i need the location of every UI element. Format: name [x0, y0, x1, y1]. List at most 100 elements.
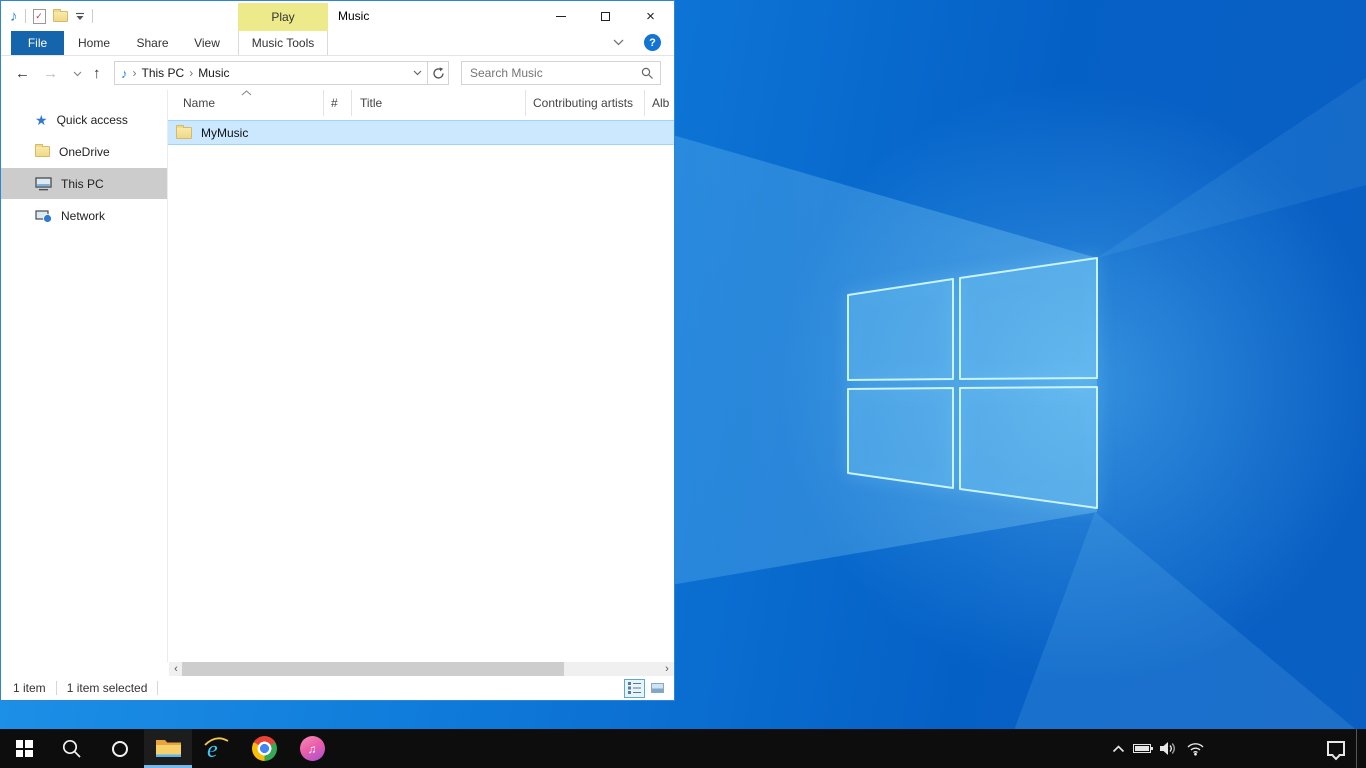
cortana-circle-icon — [112, 741, 128, 757]
divider — [92, 9, 93, 23]
selection-count: 1 item selected — [67, 681, 148, 695]
location-music-note-icon: ♪ — [121, 67, 128, 80]
navigation-pane: ★ Quick access OneDrive This PC — [1, 90, 168, 662]
action-center-button[interactable] — [1322, 729, 1350, 768]
minimize-button[interactable] — [538, 2, 583, 30]
properties-icon[interactable]: ✓ — [33, 9, 46, 24]
close-button[interactable]: × — [628, 2, 673, 30]
details-view-button[interactable] — [624, 679, 645, 698]
caption-buttons: × — [538, 2, 673, 30]
show-desktop-button[interactable] — [1356, 729, 1357, 768]
taskbar-search-button[interactable] — [48, 729, 96, 768]
file-explorer-icon — [155, 738, 182, 759]
search-icon[interactable] — [641, 67, 654, 80]
column-headers: Name # Title Contributing artists Alb — [168, 90, 674, 116]
battery-icon[interactable] — [1133, 744, 1151, 753]
hidden-icons-chevron-icon[interactable] — [1112, 745, 1125, 753]
ribbon-tab-row: File Home Share View Music Tools ? — [1, 31, 674, 56]
scrollbar-spacer — [1, 662, 169, 676]
system-tray — [1112, 729, 1205, 768]
scrollbar-thumb[interactable] — [182, 662, 564, 676]
search-input[interactable] — [462, 66, 641, 80]
up-button[interactable]: ↑ — [93, 56, 101, 90]
titlebar[interactable]: ♪ ✓ Play Music × — [1, 1, 674, 31]
breadcrumb-this-pc[interactable]: This PC — [142, 66, 185, 80]
volume-icon[interactable] — [1159, 741, 1178, 756]
svg-text:e: e — [207, 737, 218, 762]
maximize-icon — [601, 12, 610, 21]
search-icon — [61, 738, 83, 760]
itunes-button[interactable]: ♫ — [288, 729, 336, 768]
taskbar: e ♫ — [0, 729, 1366, 768]
sidebar-item-quick-access[interactable]: ★ Quick access — [1, 104, 167, 135]
app-music-note-icon: ♪ — [10, 9, 18, 24]
contextual-tab-play[interactable]: Play — [238, 3, 328, 31]
file-explorer-window: ♪ ✓ Play Music × File Home Share View Mu… — [0, 0, 675, 701]
large-icons-view-button[interactable] — [647, 679, 668, 698]
wifi-icon[interactable] — [1186, 742, 1205, 756]
breadcrumb-separator: › — [133, 66, 137, 80]
file-list-pane: Name # Title Contributing artists Alb My… — [168, 90, 674, 662]
network-icon — [35, 209, 52, 223]
start-button[interactable] — [0, 729, 48, 768]
file-row-mymusic[interactable]: MyMusic — [168, 120, 674, 145]
folder-icon — [176, 127, 192, 139]
back-button[interactable]: ← — [15, 56, 30, 90]
customize-toolbar-icon[interactable] — [75, 12, 85, 21]
column-header-album[interactable]: Alb — [645, 90, 674, 116]
status-bar: 1 item 1 item selected — [1, 676, 674, 700]
address-bar[interactable]: ♪ › This PC › Music — [114, 61, 449, 85]
item-count: 1 item — [13, 681, 46, 695]
onedrive-folder-icon — [35, 146, 50, 157]
view-toggle-buttons — [624, 679, 668, 698]
sidebar-item-label: Quick access — [57, 113, 128, 127]
search-box — [461, 61, 661, 85]
divider — [56, 681, 57, 695]
horizontal-scrollbar[interactable]: ‹ › — [169, 662, 674, 676]
tab-home[interactable]: Home — [64, 31, 124, 55]
quick-access-star-icon: ★ — [35, 113, 48, 127]
column-header-name[interactable]: Name — [168, 90, 324, 116]
sidebar-item-label: Network — [61, 209, 105, 223]
thumbnail-icon — [651, 683, 664, 693]
divider — [25, 9, 26, 23]
sidebar-item-onedrive[interactable]: OneDrive — [1, 136, 167, 167]
expand-ribbon-chevron-icon[interactable] — [613, 39, 624, 46]
sidebar-item-network[interactable]: Network — [1, 200, 167, 231]
tab-music-tools[interactable]: Music Tools — [238, 31, 328, 55]
sidebar-item-this-pc[interactable]: This PC — [1, 168, 167, 199]
internet-explorer-button[interactable]: e — [192, 729, 240, 768]
internet-explorer-icon: e — [203, 735, 230, 762]
file-explorer-taskbar-button[interactable] — [144, 729, 192, 768]
windows-start-icon — [16, 740, 33, 757]
windows-logo — [840, 250, 1102, 515]
maximize-button[interactable] — [583, 2, 628, 30]
column-header-number[interactable]: # — [324, 90, 352, 116]
itunes-icon: ♫ — [300, 736, 325, 761]
chrome-button[interactable] — [240, 729, 288, 768]
address-dropdown-button[interactable] — [407, 62, 427, 84]
sidebar-item-label: This PC — [61, 177, 104, 191]
tab-share[interactable]: Share — [124, 31, 181, 55]
recent-locations-chevron-icon[interactable] — [73, 71, 82, 77]
help-button[interactable]: ? — [644, 34, 661, 51]
chrome-icon — [252, 736, 277, 761]
column-header-title[interactable]: Title — [352, 90, 526, 116]
refresh-button[interactable] — [428, 62, 448, 84]
tab-view[interactable]: View — [181, 31, 233, 55]
breadcrumb-music[interactable]: Music — [198, 66, 229, 80]
scroll-right-arrow[interactable]: › — [660, 662, 674, 676]
file-name: MyMusic — [201, 126, 248, 140]
forward-button[interactable]: → — [43, 56, 58, 90]
cortana-button[interactable] — [96, 729, 144, 768]
minimize-icon — [556, 16, 566, 17]
new-folder-icon[interactable] — [53, 11, 68, 22]
scroll-left-arrow[interactable]: ‹ — [169, 662, 183, 676]
quick-access-toolbar: ♪ ✓ — [1, 9, 93, 24]
window-title: Music — [338, 1, 369, 31]
column-header-contributing-artists[interactable]: Contributing artists — [526, 90, 645, 116]
address-bar-controls — [407, 62, 448, 84]
horizontal-scrollbar-row: ‹ › — [1, 662, 674, 676]
navigation-toolbar: ← → ↑ ♪ › This PC › Music — [1, 56, 674, 90]
tab-file[interactable]: File — [11, 31, 64, 55]
